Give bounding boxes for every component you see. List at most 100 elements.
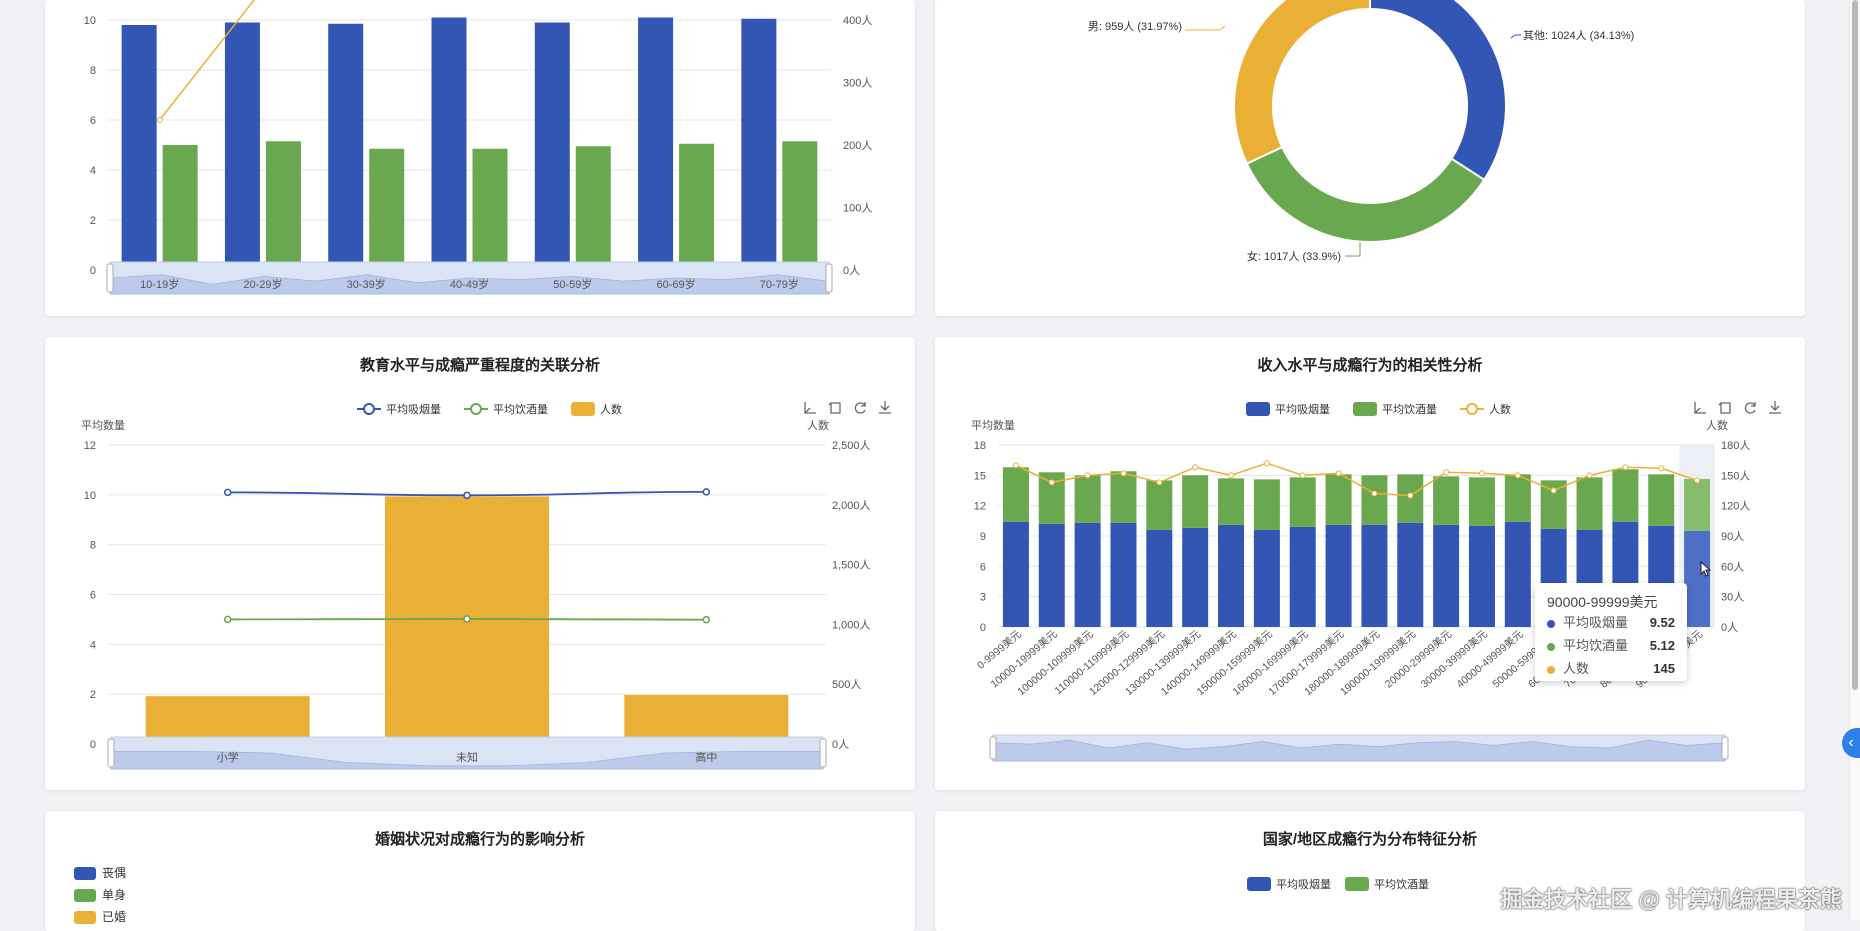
y-tick-label: 0	[980, 622, 986, 634]
legend-label: 平均吸烟量	[1276, 877, 1331, 891]
line-count-point	[1084, 472, 1091, 479]
legend-label: 平均吸烟量	[1275, 402, 1330, 416]
legend-item[interactable]: 平均饮酒量	[1353, 402, 1437, 416]
y2-tick-label: 0人	[1721, 621, 1738, 634]
page-scrollbar[interactable]	[1849, 0, 1860, 920]
side-expand-button[interactable]: ‹	[1842, 728, 1860, 758]
bar-smoking	[1361, 524, 1388, 627]
line-count-point	[1443, 469, 1450, 476]
zoom-reset-icon[interactable]	[1718, 402, 1731, 414]
donut-slice-female[interactable]	[1245, 145, 1486, 243]
legend-label: 单身	[102, 888, 127, 902]
datazoom-handle-right[interactable]	[819, 738, 827, 768]
bar-smoking	[1110, 522, 1137, 627]
bar-drinking	[1468, 477, 1495, 526]
legend-item-married[interactable]: 已婚	[74, 906, 126, 928]
bar-smoking	[1002, 521, 1029, 627]
bar-smoking	[431, 17, 467, 270]
x-tick-label: 30-39岁	[347, 277, 386, 291]
y-tick-label: 0	[90, 739, 96, 751]
y-tick-label: 15	[974, 470, 986, 482]
bar-smoking	[1289, 526, 1316, 627]
age-chart: 10 8 6 4 2 0 400人 300人 200人 100人 0人 10-19岁 20-29岁 30-…	[84, 0, 872, 295]
datazoom-handle-left[interactable]	[989, 736, 997, 760]
download-icon[interactable]	[879, 401, 891, 414]
line-count-point	[1622, 464, 1629, 471]
line-count-point	[1048, 479, 1055, 486]
restore-icon[interactable]	[1744, 402, 1756, 414]
x-tick-label: 50-59岁	[553, 277, 592, 291]
female-slice-label: 女: 1017人 (33.9%)	[1247, 249, 1341, 263]
female-leader-line	[1345, 242, 1361, 257]
legend-item[interactable]: 平均吸烟量	[357, 402, 441, 416]
tooltip-title: 90000-99999美元	[1547, 594, 1658, 610]
bar-drinking	[1361, 475, 1388, 525]
bar-smoking	[638, 17, 674, 270]
bar-drinking	[369, 148, 405, 270]
line-count-point	[156, 117, 163, 123]
y2-tick-label: 2,000人	[832, 499, 871, 512]
marital-chart-card: 婚姻状况对成瘾行为的影响分析	[45, 811, 915, 931]
line-count-point	[1012, 462, 1019, 469]
y2-tick-label: 2,500人	[832, 439, 871, 452]
bar-drinking	[1325, 474, 1352, 525]
legend-swatch	[1246, 402, 1270, 416]
datazoom-handle-right[interactable]	[1721, 736, 1729, 760]
line-count-point	[1514, 472, 1521, 479]
legend-item[interactable]: 平均吸烟量	[1246, 402, 1330, 416]
bar-drinking	[1684, 478, 1711, 531]
bar-smoking	[1253, 529, 1280, 627]
datazoom-handle-left[interactable]	[107, 738, 115, 768]
zoom-area-icon[interactable]	[1694, 402, 1706, 414]
datazoom-handle-right[interactable]	[825, 263, 833, 293]
y-tick-label: 8	[90, 65, 96, 77]
tooltip-row: 平均饮酒量 5.12	[1547, 636, 1675, 656]
y2-tick-label: 150人	[1721, 469, 1750, 482]
x-tick-label: 60-69岁	[657, 277, 696, 291]
y-tick-label: 0	[90, 265, 96, 277]
bar-drinking	[782, 141, 818, 270]
y-axis-name: 平均数量	[81, 419, 125, 432]
y2-tick-label: 1,000人	[832, 618, 871, 631]
y-tick-label: 10	[84, 15, 96, 27]
legend-item[interactable]: 人数	[571, 402, 622, 416]
zoom-area-icon[interactable]	[804, 402, 816, 414]
y-tick-label: 8	[90, 540, 96, 552]
restore-icon[interactable]	[854, 402, 866, 414]
education-chart: 平均吸烟量 平均饮酒量 人数平均数量 人数1210864202,500人2,000人1…	[81, 401, 891, 770]
bar-smoking	[1504, 521, 1531, 627]
bar-smoking	[1468, 525, 1495, 627]
y-tick-label: 9	[980, 531, 986, 543]
datazoom-handle-left[interactable]	[106, 263, 114, 293]
y2-tick-label: 0人	[843, 264, 860, 277]
tooltip-dot	[1547, 642, 1555, 651]
legend-label: 丧偶	[102, 866, 127, 880]
legend-item-widowed[interactable]: 丧偶	[74, 862, 126, 884]
y2-tick-label: 500人	[832, 678, 861, 691]
bar-drinking	[162, 145, 198, 270]
y-tick-label: 12	[84, 440, 96, 452]
y-tick-label: 6	[980, 561, 986, 573]
legend-item[interactable]: 人数	[1460, 403, 1511, 416]
legend-label: 平均吸烟量	[386, 402, 441, 416]
tooltip-row: 人数 145	[1547, 659, 1675, 679]
scrollbar-thumb[interactable]	[1852, 0, 1858, 690]
download-icon[interactable]	[1769, 401, 1781, 414]
bar-drinking	[1218, 478, 1245, 525]
y-tick-label: 4	[90, 639, 96, 651]
legend-item[interactable]: 平均饮酒量	[464, 403, 548, 416]
y-axis-name: 平均数量	[971, 419, 1015, 432]
legend-item-single[interactable]: 单身	[74, 884, 126, 906]
bar-smoking	[1684, 530, 1711, 627]
bar-smoking	[1433, 524, 1460, 627]
legend-item-smoking[interactable]: 平均吸烟量	[1247, 877, 1331, 891]
donut-slice-other[interactable]	[1369, 0, 1507, 182]
legend-item-drinking[interactable]: 平均饮酒量	[1345, 877, 1429, 891]
donut-slice-male[interactable]	[1233, 0, 1371, 165]
bar-smoking	[741, 18, 777, 270]
legend-label: 平均饮酒量	[1382, 403, 1437, 416]
bar-drinking	[1648, 474, 1675, 526]
bar-drinking	[1289, 477, 1316, 527]
zoom-reset-icon[interactable]	[828, 402, 841, 414]
male-leader-line	[1185, 25, 1226, 31]
